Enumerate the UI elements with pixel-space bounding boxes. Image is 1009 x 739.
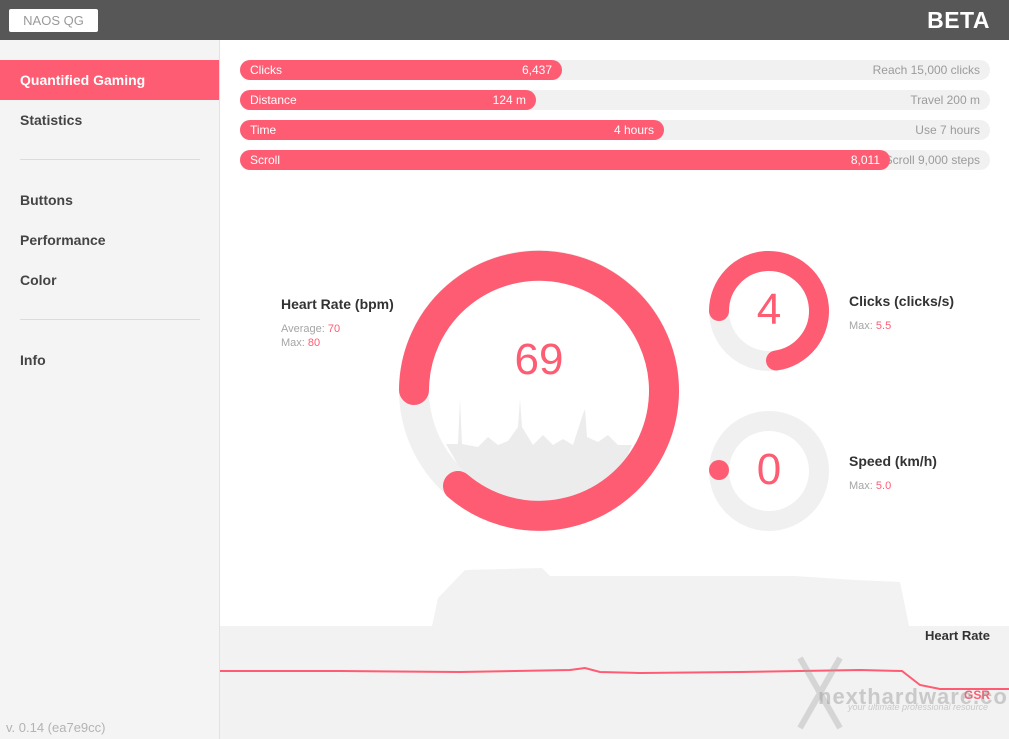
progress-distance: Distance Travel 200 m 124 m (240, 90, 990, 110)
average-value: 70 (327, 323, 341, 335)
progress-label: Clicks (250, 63, 282, 77)
progress-value: 8,011 (850, 153, 880, 167)
average-label: Average: (281, 323, 325, 335)
progress-value: 4 hours (613, 123, 654, 137)
progress-fill (240, 150, 890, 170)
progress-value: 124 m (492, 93, 526, 107)
progress-goal: Reach 15,000 clicks (872, 63, 980, 77)
progress-label: Time (250, 123, 277, 137)
progress-fill (240, 60, 562, 80)
sidebar: Quantified Gaming Statistics Buttons Per… (0, 40, 220, 739)
max-value: 80 (307, 337, 321, 349)
heart-rate-title: Heart Rate (bpm) (281, 296, 394, 312)
clicks-value: 4 (756, 285, 782, 334)
progress-clicks: Clicks Reach 15,000 clicks 6,437 (240, 60, 990, 80)
speed-max: Max: 5.0 (849, 480, 891, 492)
app-name-button[interactable]: NAOS QG (9, 9, 98, 32)
sidebar-item-color[interactable]: Color (0, 260, 219, 300)
progress-fill (240, 120, 664, 140)
sidebar-item-statistics[interactable]: Statistics (0, 100, 219, 140)
sidebar-item-quantified-gaming[interactable]: Quantified Gaming (0, 60, 219, 100)
heart-rate-graph-label: Heart Rate (924, 628, 990, 643)
heart-rate-max: Max: 80 (281, 337, 320, 349)
sidebar-item-buttons[interactable]: Buttons (0, 180, 219, 220)
max-value: 5.5 (875, 320, 892, 332)
watermark-tagline: your ultimate professional resource (848, 702, 989, 712)
top-bar: NAOS QG BETA (0, 0, 1009, 40)
sidebar-divider (20, 319, 200, 320)
heart-rate-value: 69 (514, 335, 564, 384)
clicks-max: Max: 5.5 (849, 320, 891, 332)
progress-label: Distance (250, 93, 297, 107)
gauge-arc (709, 460, 729, 480)
beta-badge: BETA (927, 7, 990, 33)
max-label: Max: (281, 337, 305, 349)
sidebar-item-info[interactable]: Info (0, 340, 219, 380)
max-value: 5.0 (875, 480, 892, 492)
clicks-title: Clicks (clicks/s) (849, 293, 955, 309)
progress-scroll: Scroll 9,000 steps Scroll 8,011 (240, 150, 990, 170)
sidebar-divider (20, 159, 200, 160)
progress-value: 6,437 (521, 63, 552, 77)
speed-value: 0 (756, 445, 782, 494)
progress-goal: Travel 200 m (910, 93, 980, 107)
heart-rate-average: Average: 70 (281, 323, 340, 335)
progress-goal: Scroll 9,000 steps (884, 153, 980, 167)
heart-rate-gauge (399, 250, 679, 531)
progress-goal: Use 7 hours (915, 123, 980, 137)
progress-label: Scroll (250, 153, 281, 167)
sidebar-item-performance[interactable]: Performance (0, 220, 219, 260)
max-label: Max: (849, 480, 873, 492)
speed-title: Speed (km/h) (849, 453, 937, 469)
version-label: v. 0.14 (ea7e9cc) (6, 720, 106, 735)
progress-time: Time Use 7 hours 4 hours (240, 120, 990, 140)
max-label: Max: (849, 320, 873, 332)
